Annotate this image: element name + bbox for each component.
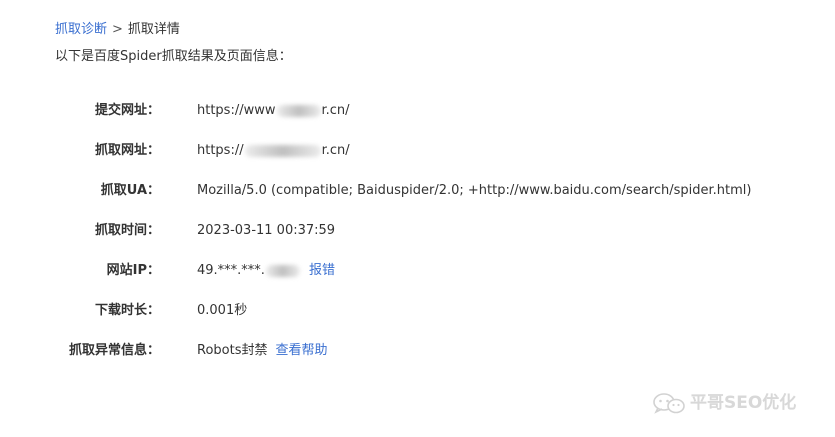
intro-text: 以下是百度Spider抓取结果及页面信息： xyxy=(55,49,292,64)
watermark: 平哥SEO优化 xyxy=(652,392,796,414)
crawl-url-value: https://r.cn/ xyxy=(197,143,350,158)
crawl-ua-value: Mozilla/5.0 (compatible; Baiduspider/2.0… xyxy=(197,183,752,198)
crawl-error-label: 抓取异常信息： xyxy=(68,343,160,358)
breadcrumb-current: 抓取详情 xyxy=(127,22,180,37)
report-error-link[interactable]: 报错 xyxy=(309,263,335,278)
redacted-mask xyxy=(244,144,321,157)
submit-url-label: 提交网址： xyxy=(94,103,160,118)
detail-row-crawl-time: 抓取时间： 2023-03-11 00:37:59 xyxy=(0,221,835,241)
detail-row-submit-url: 提交网址： https://www r.cn/ xyxy=(0,101,835,121)
crawl-time-label: 抓取时间： xyxy=(94,223,160,238)
detail-row-download-time: 下载时长： 0.001秒 xyxy=(0,301,835,321)
breadcrumb: 抓取诊断 > 抓取详情 xyxy=(55,21,180,39)
crawl-error-value: Robots封禁 查看帮助 xyxy=(197,343,328,358)
breadcrumb-crawl-diagnosis-link[interactable]: 抓取诊断 xyxy=(55,22,107,37)
view-help-link[interactable]: 查看帮助 xyxy=(275,343,327,358)
download-time-label: 下载时长： xyxy=(94,303,160,318)
redacted-mask xyxy=(276,104,321,117)
crawl-time-value: 2023-03-11 00:37:59 xyxy=(197,223,336,238)
detail-row-crawl-url: 抓取网址： https://r.cn/ xyxy=(0,141,835,161)
detail-row-site-ip: 网站IP： 49.***.***. 报错 xyxy=(0,261,835,281)
download-time-value: 0.001秒 xyxy=(197,303,248,318)
site-ip-label: 网站IP： xyxy=(106,263,160,278)
crawl-ua-label: 抓取UA： xyxy=(100,183,160,198)
crawl-url-label: 抓取网址： xyxy=(94,143,160,158)
submit-url-value: https://www r.cn/ xyxy=(197,103,350,118)
wechat-icon xyxy=(653,393,685,414)
detail-row-crawl-ua: 抓取UA： Mozilla/5.0 (compatible; Baiduspid… xyxy=(0,181,835,201)
redacted-mask xyxy=(265,264,300,277)
site-ip-value: 49.***.***. 报错 xyxy=(197,263,335,278)
watermark-text: 平哥SEO优化 xyxy=(690,393,797,413)
breadcrumb-separator: > xyxy=(112,22,123,37)
detail-row-crawl-error: 抓取异常信息： Robots封禁 查看帮助 xyxy=(0,341,835,361)
